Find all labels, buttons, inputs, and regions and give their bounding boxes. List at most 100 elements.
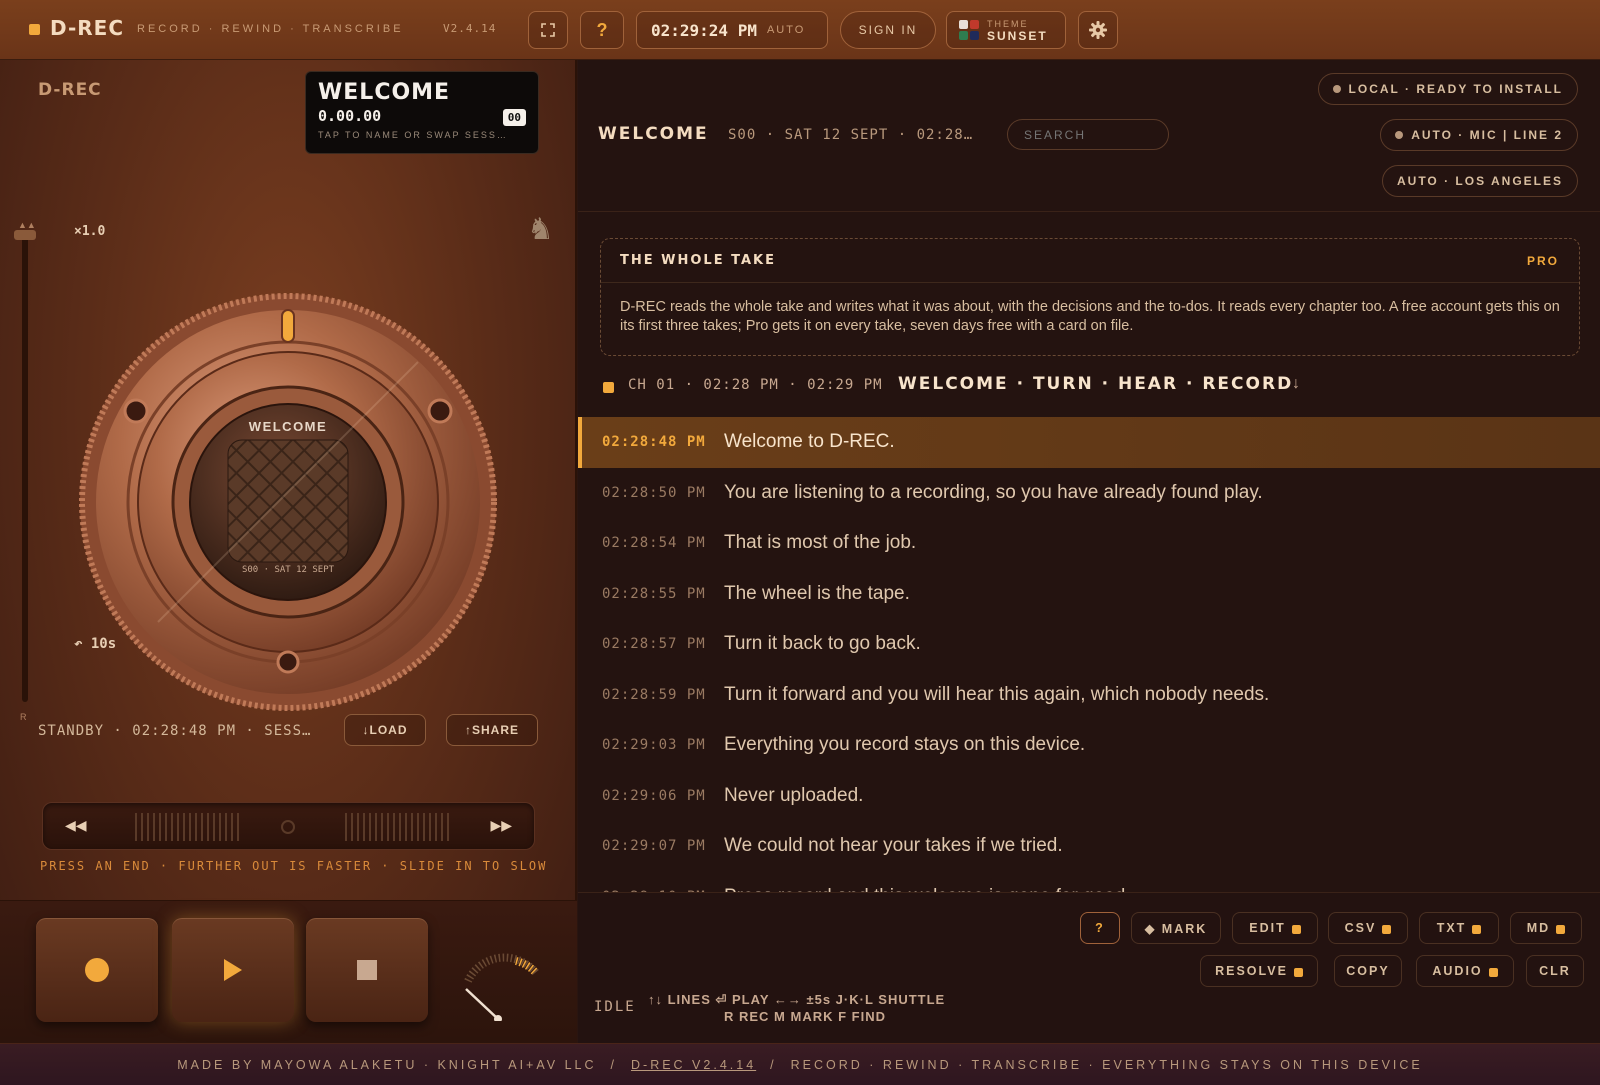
line-text: We could not hear your takes if we tried… xyxy=(724,835,1063,857)
transcript-line[interactable]: 02:29:10 PMPress record and this welcome… xyxy=(578,872,1600,892)
fast-forward-icon[interactable]: ▶▶ xyxy=(490,817,512,834)
line-timestamp[interactable]: 02:28:57 PM xyxy=(602,636,706,652)
resolve-export-button[interactable]: RESOLVE xyxy=(1200,955,1318,987)
line-text: The wheel is the tape. xyxy=(724,582,910,604)
input-source-label: AUTO · MIC | LINE 2 xyxy=(1411,128,1563,142)
shortcuts-help-button[interactable]: ? xyxy=(1080,912,1120,944)
txt-label: TXT xyxy=(1436,921,1467,935)
footer-tagline: RECORD · REWIND · TRANSCRIBE · EVERYTHIN… xyxy=(790,1057,1423,1072)
shuttle-strip[interactable]: ◀◀ ▶▶ xyxy=(42,802,535,850)
sign-in-button[interactable]: SIGN IN xyxy=(840,11,936,49)
transcript-line[interactable]: 02:28:59 PM Turn it forward and you will … xyxy=(578,670,1600,721)
chapter-header[interactable]: CH 01 · 02:28 PM · 02:29 PM WELCOME · TU… xyxy=(578,357,1600,415)
app-brand: D-REC xyxy=(50,16,125,40)
share-button[interactable]: ↑SHARE xyxy=(446,714,538,746)
jog-wheel[interactable]: WELCOME S00 · SAT 12 SEPT xyxy=(78,292,498,712)
speed-readout: ×1.0 xyxy=(74,224,106,239)
local-status-chip[interactable]: LOCAL · READY TO INSTALL xyxy=(1317,73,1578,105)
status-dot-icon xyxy=(1332,85,1341,93)
line-timestamp[interactable]: 02:29:06 PM xyxy=(602,788,706,804)
transcript-line[interactable]: 02:28:55 PM The wheel is the tape. xyxy=(578,569,1600,620)
shuttle-center-icon xyxy=(281,820,295,834)
transport-controls xyxy=(0,900,577,1043)
action-bar: IDLE ↑↓ LINES ⏎ PLAY ←→ ±5s J·K·L SHUTTL… xyxy=(578,892,1600,1043)
line-timestamp[interactable]: 02:28:54 PM xyxy=(602,535,706,551)
input-source-chip[interactable]: AUTO · MIC | LINE 2 xyxy=(1380,119,1578,151)
line-timestamp[interactable]: 02:29:03 PM xyxy=(602,737,706,753)
settings-button[interactable] xyxy=(1078,11,1118,49)
play-icon xyxy=(224,959,242,981)
transcript-line[interactable]: 02:29:07 PM We could not hear your takes … xyxy=(578,821,1600,872)
csv-label: CSV xyxy=(1344,921,1377,935)
shuttle-right-ticks xyxy=(345,813,449,841)
txt-export-button[interactable]: TXT xyxy=(1419,912,1499,944)
location-chip[interactable]: AUTO · LOS ANGELES xyxy=(1381,165,1578,197)
transcript-line[interactable]: 02:29:03 PM Everything you record stays o… xyxy=(578,720,1600,771)
deck-label: D-REC xyxy=(38,80,102,100)
edit-button[interactable]: EDIT xyxy=(1232,912,1318,944)
document-title[interactable]: WELCOME xyxy=(598,124,709,144)
theme-value: SUNSET xyxy=(987,29,1048,43)
search-input[interactable] xyxy=(1007,119,1169,150)
pro-badge[interactable]: PRO xyxy=(1527,254,1559,268)
gear-icon xyxy=(1089,21,1107,39)
line-timestamp[interactable]: 02:28:48 PM xyxy=(602,434,706,450)
rewind-icon[interactable]: ◀◀ xyxy=(65,817,87,834)
clock-display[interactable]: 02:29:24 PM AUTO xyxy=(636,11,828,49)
pitch-slider[interactable] xyxy=(22,232,28,702)
line-text: Turn it back to go back. xyxy=(724,633,921,655)
theme-swatch-icon xyxy=(959,20,979,40)
location-label: AUTO · LOS ANGELES xyxy=(1396,174,1563,188)
stop-button[interactable] xyxy=(306,918,428,1022)
take-badge: 00 xyxy=(502,109,526,126)
session-hint: TAP TO NAME OR SWAP SESS… xyxy=(318,130,508,140)
scroll-down-icon[interactable]: ↓ xyxy=(1292,375,1300,393)
transcript-line[interactable]: 02:28:54 PM That is most of the job. xyxy=(578,518,1600,569)
session-card[interactable]: WELCOME 0.00.00 00 TAP TO NAME OR SWAP S… xyxy=(305,71,539,154)
session-name: WELCOME xyxy=(318,80,451,105)
play-button[interactable] xyxy=(172,918,294,1022)
mark-button[interactable]: ◆ MARK xyxy=(1131,912,1221,944)
line-text: Everything you record stays on this devi… xyxy=(724,734,1086,756)
shortcut-hints-2: R REC M MARK F FIND xyxy=(724,1009,886,1024)
line-timestamp[interactable]: 02:29:07 PM xyxy=(602,838,706,854)
line-text: Never uploaded. xyxy=(724,784,864,806)
load-button[interactable]: ↓LOAD xyxy=(344,714,426,746)
lock-icon xyxy=(1472,924,1482,934)
transcript-line[interactable]: 02:28:57 PM Turn it back to go back. xyxy=(578,619,1600,670)
pitch-up-icon: ▲▲ xyxy=(18,220,36,230)
fullscreen-button[interactable] xyxy=(528,11,568,49)
audio-label: AUDIO xyxy=(1432,964,1483,978)
pitch-reset-label: R xyxy=(20,712,27,722)
record-button[interactable] xyxy=(36,918,158,1022)
transcript-line[interactable]: 02:28:48 PM Welcome to D-REC. xyxy=(578,417,1600,468)
line-text: Welcome to D-REC. xyxy=(724,431,895,453)
pitch-slider-handle[interactable] xyxy=(14,230,36,240)
audio-export-button[interactable]: AUDIO xyxy=(1416,955,1514,987)
chapter-range: CH 01 · 02:28 PM · 02:29 PM xyxy=(628,377,883,393)
skip-back-button[interactable]: ↶ 10s xyxy=(74,636,116,652)
lock-icon xyxy=(1382,924,1392,934)
theme-picker[interactable]: THEME SUNSET xyxy=(946,11,1066,49)
shuttle-hint: PRESS AN END · FURTHER OUT IS FASTER · S… xyxy=(40,859,548,873)
clear-button[interactable]: CLR xyxy=(1526,955,1584,987)
transcript-line[interactable]: 02:29:06 PM Never uploaded. xyxy=(578,771,1600,822)
deck-panel: D-REC WELCOME 0.00.00 00 TAP TO NAME OR … xyxy=(0,60,577,1043)
line-timestamp[interactable]: 02:28:59 PM xyxy=(602,687,706,703)
line-timestamp[interactable]: 02:28:50 PM xyxy=(602,485,706,501)
transcript-list: 02:28:48 PM Welcome to D-REC. 02:28:50 PM Y… xyxy=(578,417,1600,892)
copy-button[interactable]: COPY xyxy=(1334,955,1402,987)
line-timestamp[interactable]: 02:28:55 PM xyxy=(602,586,706,602)
transcript-line[interactable]: 02:28:50 PM You are listening to a record… xyxy=(578,468,1600,519)
md-label: MD xyxy=(1526,921,1551,935)
md-export-button[interactable]: MD xyxy=(1510,912,1582,944)
footer-separator: / xyxy=(610,1057,617,1072)
transcript-panel: WELCOME S00 · SAT 12 SEPT · 02:28… LOCAL… xyxy=(578,60,1600,1043)
help-button[interactable]: ? xyxy=(580,11,624,49)
record-icon xyxy=(85,958,109,982)
csv-export-button[interactable]: CSV xyxy=(1328,912,1408,944)
line-text: You are listening to a recording, so you… xyxy=(724,481,1263,503)
summary-body: D-REC reads the whole take and writes wh… xyxy=(620,299,1560,334)
lock-icon xyxy=(1488,967,1498,977)
footer-version-link[interactable]: D-REC V2.4.14 xyxy=(631,1058,756,1072)
